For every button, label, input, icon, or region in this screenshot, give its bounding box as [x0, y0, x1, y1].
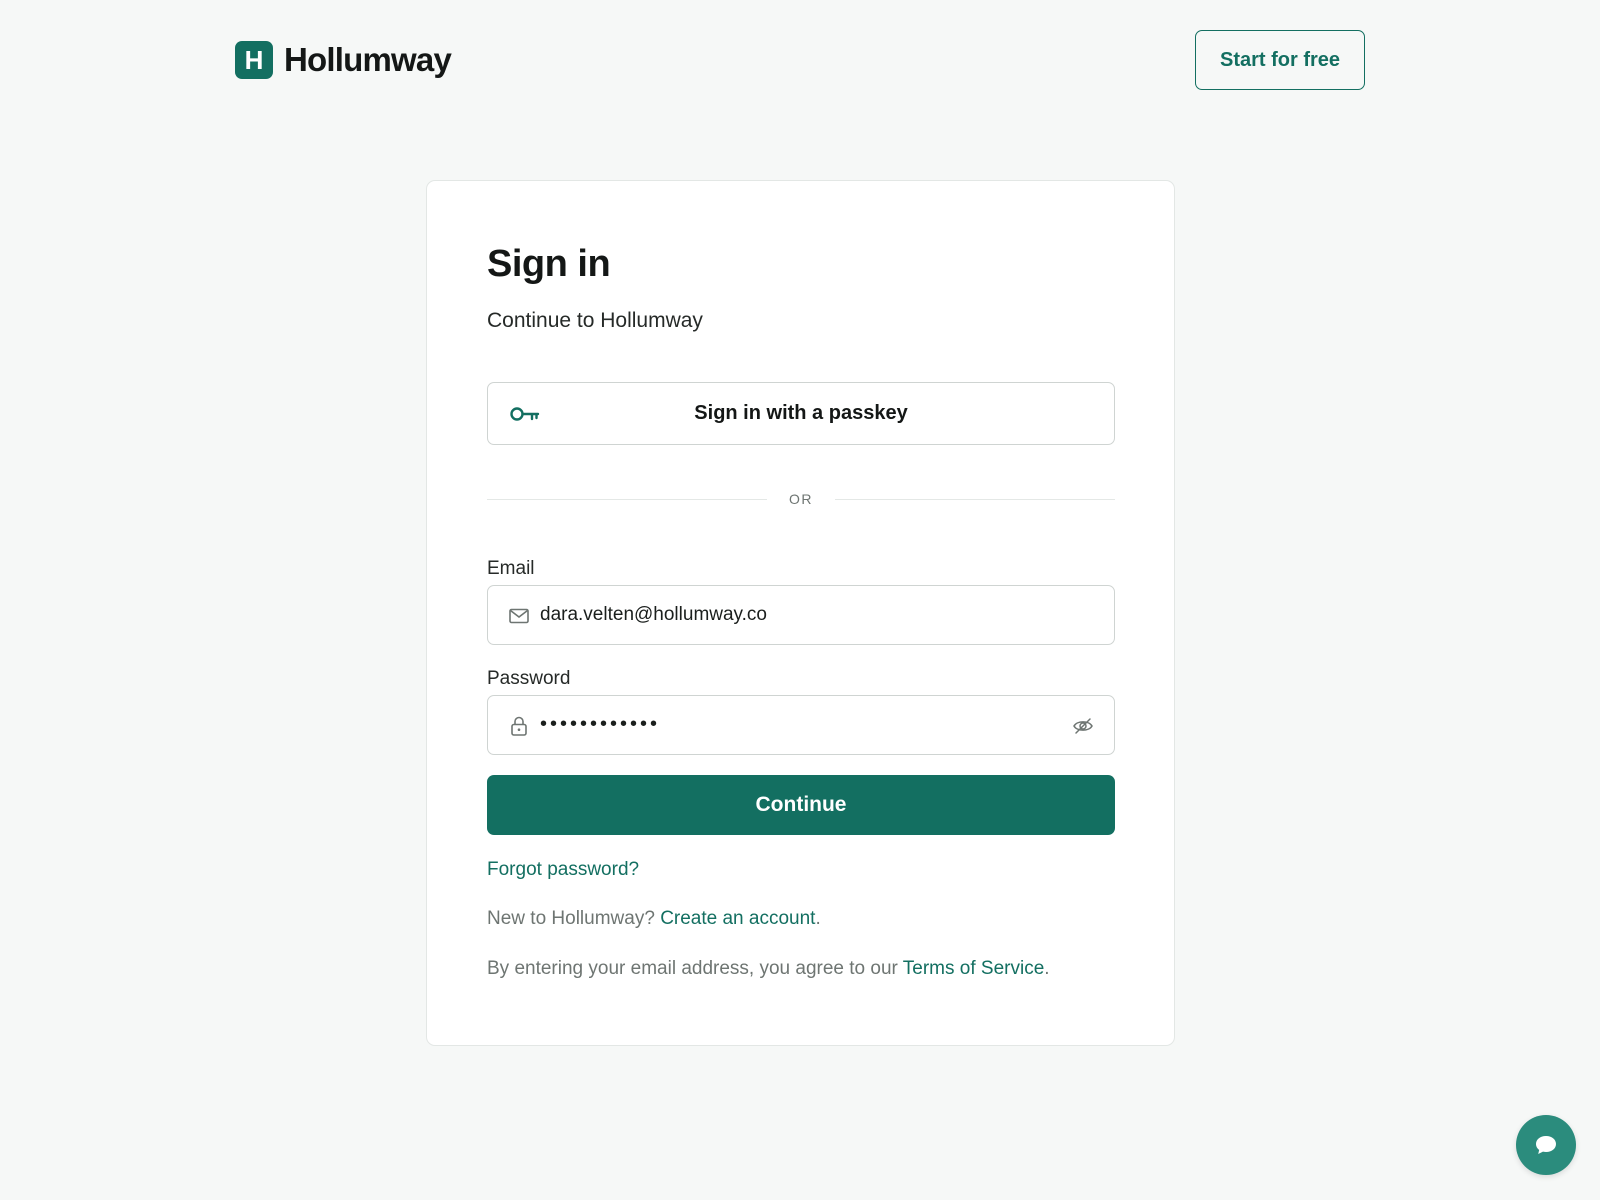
- logo-mark-icon: H: [235, 41, 273, 79]
- start-for-free-button[interactable]: Start for free: [1195, 30, 1365, 90]
- terms-text: By entering your email address, you agre…: [487, 958, 1050, 980]
- divider-line-right: [835, 499, 1115, 500]
- chat-bubble-icon: [1536, 1136, 1556, 1154]
- continue-button[interactable]: Continue: [487, 775, 1115, 835]
- create-account-suffix: .: [815, 908, 821, 929]
- terms-suffix: .: [1044, 958, 1050, 979]
- terms-prefix: By entering your email address, you agre…: [487, 958, 898, 979]
- forgot-password-link[interactable]: Forgot password?: [487, 859, 639, 881]
- passkey-signin-button[interactable]: Sign in with a passkey: [487, 382, 1115, 445]
- chat-launcher-button[interactable]: [1516, 1115, 1576, 1175]
- password-label: Password: [487, 668, 571, 689]
- mail-icon: [509, 608, 529, 624]
- or-divider: OR: [487, 488, 1115, 510]
- email-field[interactable]: [487, 585, 1115, 645]
- terms-of-service-link[interactable]: Terms of Service: [903, 958, 1044, 979]
- eye-slash-icon[interactable]: [1072, 715, 1094, 737]
- key-icon: [510, 407, 540, 421]
- top-header: H Hollumway Start for free: [0, 0, 1600, 120]
- create-account-link[interactable]: Create an account: [660, 908, 815, 929]
- brand-name: Hollumway: [284, 41, 452, 78]
- email-label: Email: [487, 558, 535, 579]
- lock-icon: [511, 716, 527, 736]
- password-field[interactable]: [487, 695, 1115, 755]
- create-account-text: New to Hollumway? Create an account.: [487, 908, 821, 930]
- page-subtitle: Continue to Hollumway: [487, 309, 703, 332]
- passkey-button-label: Sign in with a passkey: [694, 402, 908, 424]
- password-input[interactable]: [540, 696, 1060, 753]
- page-title: Sign in: [487, 243, 611, 285]
- brand-logo[interactable]: H Hollumway: [235, 41, 452, 79]
- email-input[interactable]: [540, 586, 1060, 643]
- new-user-prompt: New to Hollumway?: [487, 908, 655, 929]
- signin-card: Sign in Continue to Hollumway Sign in wi…: [426, 180, 1175, 1046]
